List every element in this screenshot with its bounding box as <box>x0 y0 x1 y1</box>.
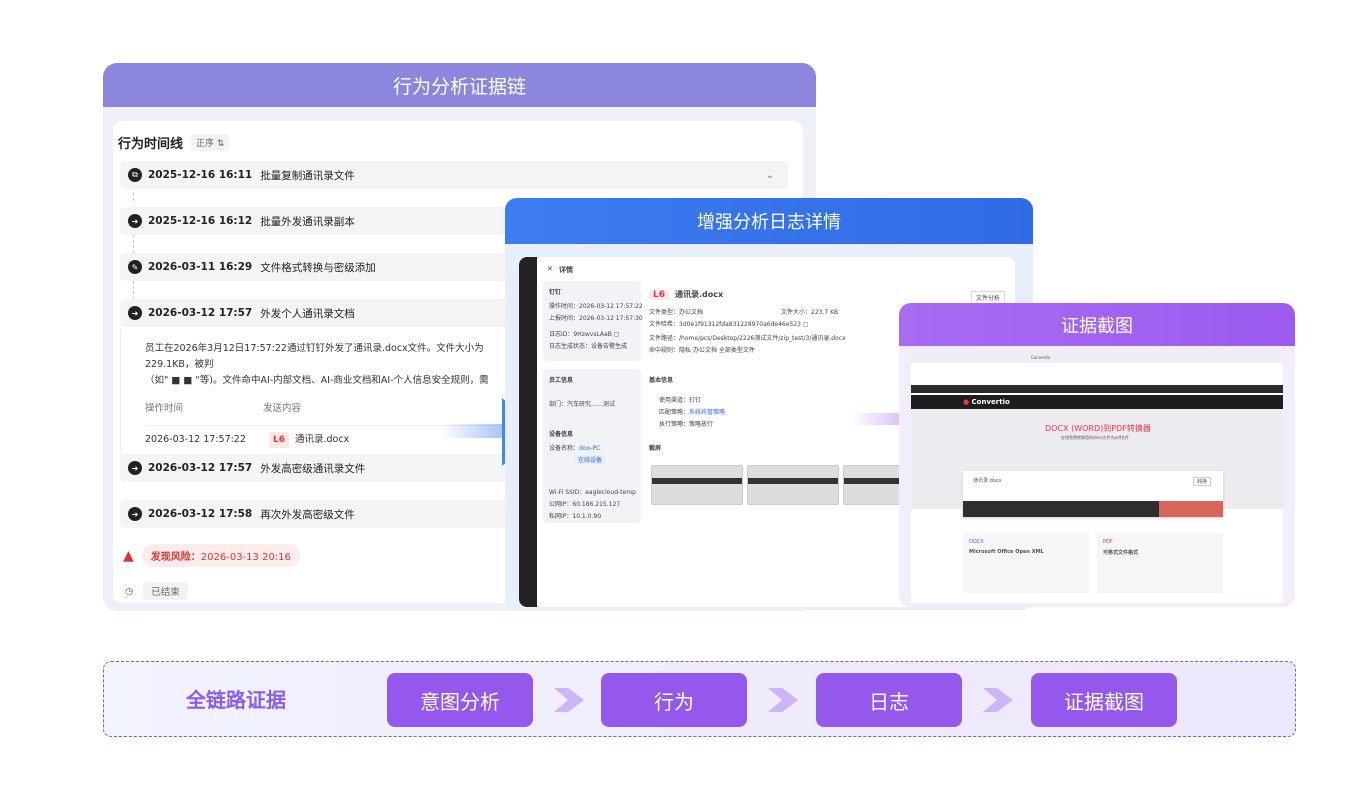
detail-text-2: （如" ■ ■ "等)。文件命中AI-内部文档、AI-商业文档和AI-个人信息安… <box>145 375 489 386</box>
close-icon[interactable]: ✕ <box>547 265 553 273</box>
risk-badge: 发现风险：2026-03-13 20:16 <box>141 544 300 567</box>
send-icon: ➜ <box>128 461 142 475</box>
chevron-right-icon <box>554 688 584 712</box>
col-header-time: 操作时间 <box>145 403 184 414</box>
screenshot-thumb[interactable] <box>747 465 839 505</box>
timeline-title: 行为时间线 <box>118 137 184 152</box>
edit-icon: ✎ <box>128 260 142 274</box>
evidence-screenshot[interactable]: Convertio ● Convertio DOCX (WORD)到PDF转换器… <box>911 353 1283 603</box>
dark-sidebar <box>519 257 537 607</box>
step-log[interactable]: 日志 <box>816 673 962 727</box>
timeline-connector <box>133 281 134 299</box>
level-badge: L6 <box>269 432 289 448</box>
chevron-right-icon <box>983 688 1013 712</box>
send-icon: ➜ <box>128 214 142 228</box>
chevron-right-icon <box>768 688 798 712</box>
panel-title: 证据截图 <box>899 303 1295 346</box>
warning-icon: ▲ <box>123 547 134 564</box>
sort-button[interactable]: 正序 ⇅ <box>191 134 230 151</box>
timeline-event[interactable]: ⧉ 2025-12-16 16:11 批量复制通讯录文件 ⌄ <box>120 161 788 189</box>
chain-label: 全链路证据 <box>186 688 286 712</box>
col-header-content: 发送内容 <box>263 403 302 414</box>
file-link[interactable]: 通讯录.docx <box>295 432 349 448</box>
status-badge: 已结束 <box>143 582 188 600</box>
send-icon: ➜ <box>128 507 142 521</box>
step-screenshot[interactable]: 证据截图 <box>1031 673 1177 727</box>
end-row: ◷ 已结束 <box>125 582 188 600</box>
detail-text-1: 员工在2026年3月12日17:57:22通过钉钉外发了通讯录.docx文件。文… <box>145 343 484 370</box>
chevron-down-icon[interactable]: ⌄ <box>765 169 774 181</box>
risk-row: ▲ 发现风险：2026-03-13 20:16 <box>123 544 300 567</box>
step-behavior[interactable]: 行为 <box>601 673 747 727</box>
panel-title: 行为分析证据链 <box>103 63 816 107</box>
send-icon: ➜ <box>128 306 142 320</box>
panel-title: 增强分析日志详情 <box>505 198 1033 244</box>
step-intent[interactable]: 意图分析 <box>387 673 533 727</box>
screenshot-thumb[interactable] <box>651 465 743 505</box>
timeline-connector <box>133 235 134 253</box>
full-chain-bar: 全链路证据 意图分析 行为 日志 证据截图 <box>103 661 1296 737</box>
clock-icon: ◷ <box>125 585 134 597</box>
copy-icon: ⧉ <box>128 168 142 182</box>
evidence-screenshot-panel: 证据截图 Convertio ● Convertio DOCX (WORD)到P… <box>899 303 1295 607</box>
